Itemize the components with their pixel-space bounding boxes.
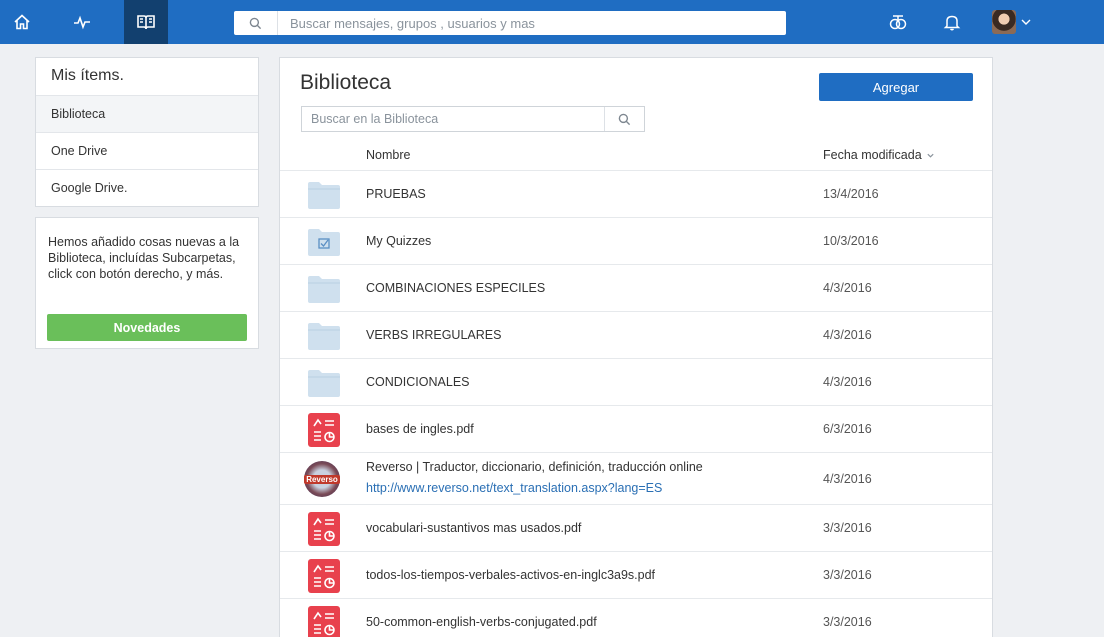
list-item[interactable]: PRUEBAS 13/4/2016 bbox=[280, 170, 992, 217]
item-date: 4/3/2016 bbox=[823, 328, 872, 342]
sort-chevron-icon bbox=[927, 153, 934, 158]
folder-icon bbox=[308, 182, 340, 209]
item-name[interactable]: VERBS IRREGULARES bbox=[366, 328, 501, 342]
quiz-folder-icon bbox=[308, 229, 340, 256]
list-item[interactable]: COMBINACIONES ESPECILES 4/3/2016 bbox=[280, 264, 992, 311]
item-date: 3/3/2016 bbox=[823, 615, 872, 629]
my-items-title: Mis ítems. bbox=[36, 58, 258, 96]
item-date: 6/3/2016 bbox=[823, 422, 872, 436]
column-header-date-label: Fecha modificada bbox=[823, 148, 922, 162]
item-name[interactable]: My Quizzes bbox=[366, 234, 431, 248]
column-header-name[interactable]: Nombre bbox=[366, 148, 410, 162]
search-icon[interactable] bbox=[604, 107, 644, 131]
reverso-logo-icon: Reverso bbox=[304, 461, 340, 497]
chevron-down-icon[interactable] bbox=[1020, 15, 1032, 33]
novedades-button[interactable]: Novedades bbox=[47, 314, 247, 341]
library-list: PRUEBAS 13/4/2016 My Quizzes 10/3/2016 C… bbox=[280, 170, 992, 637]
sidebar-item-one-drive[interactable]: One Drive bbox=[36, 133, 258, 170]
pdf-file-icon bbox=[308, 606, 340, 637]
sidebar-item-google-drive[interactable]: Google Drive. bbox=[36, 170, 258, 207]
list-item[interactable]: vocabulari-sustantivos mas usados.pdf 3/… bbox=[280, 504, 992, 551]
page-title: Biblioteca bbox=[300, 71, 392, 94]
item-date: 4/3/2016 bbox=[823, 472, 872, 486]
list-item[interactable]: todos-los-tiempos-verbales-activos-en-in… bbox=[280, 551, 992, 598]
news-panel: Hemos añadido cosas nuevas a la Bibliote… bbox=[35, 217, 259, 349]
list-item[interactable]: bases de ingles.pdf 6/3/2016 bbox=[280, 405, 992, 452]
item-name[interactable]: 50-common-english-verbs-conjugated.pdf bbox=[366, 615, 597, 629]
list-item[interactable]: VERBS IRREGULARES 4/3/2016 bbox=[280, 311, 992, 358]
notifications-bell-icon[interactable] bbox=[930, 0, 974, 44]
item-date: 3/3/2016 bbox=[823, 568, 872, 582]
folder-icon bbox=[308, 370, 340, 397]
column-header-date[interactable]: Fecha modificada bbox=[823, 148, 935, 162]
global-search bbox=[234, 11, 786, 35]
reverso-logo-text: Reverso bbox=[304, 474, 340, 484]
library-panel: Biblioteca Agregar Nombre Fecha modifica… bbox=[279, 57, 993, 637]
sidebar-item-biblioteca[interactable]: Biblioteca bbox=[36, 96, 258, 133]
item-name[interactable]: todos-los-tiempos-verbales-activos-en-in… bbox=[366, 568, 655, 582]
folder-icon bbox=[308, 323, 340, 350]
item-name[interactable]: COMBINACIONES ESPECILES bbox=[366, 281, 545, 295]
pdf-file-icon bbox=[308, 413, 340, 447]
my-items-panel: Mis ítems. Biblioteca One Drive Google D… bbox=[35, 57, 259, 207]
pdf-file-icon bbox=[308, 559, 340, 593]
list-item[interactable]: CONDICIONALES 4/3/2016 bbox=[280, 358, 992, 405]
user-avatar[interactable] bbox=[992, 10, 1016, 34]
item-date: 13/4/2016 bbox=[823, 187, 879, 201]
library-search bbox=[301, 106, 645, 132]
item-name[interactable]: PRUEBAS bbox=[366, 187, 426, 201]
item-name[interactable]: bases de ingles.pdf bbox=[366, 422, 474, 436]
item-name[interactable]: vocabulari-sustantivos mas usados.pdf bbox=[366, 521, 581, 535]
item-date: 4/3/2016 bbox=[823, 281, 872, 295]
item-name[interactable]: CONDICIONALES bbox=[366, 375, 470, 389]
add-button[interactable]: Agregar bbox=[819, 73, 973, 101]
list-item[interactable]: My Quizzes 10/3/2016 bbox=[280, 217, 992, 264]
item-date: 10/3/2016 bbox=[823, 234, 879, 248]
library-icon[interactable] bbox=[124, 0, 168, 44]
groups-icon[interactable] bbox=[876, 0, 920, 44]
folder-icon bbox=[308, 276, 340, 303]
item-name[interactable]: Reverso | Traductor, diccionario, defini… bbox=[366, 460, 703, 474]
activity-icon[interactable] bbox=[60, 0, 104, 44]
list-item[interactable]: Reverso Reverso | Traductor, diccionario… bbox=[280, 452, 992, 504]
item-link[interactable]: http://www.reverso.net/text_translation.… bbox=[366, 481, 662, 495]
home-icon[interactable] bbox=[0, 0, 44, 44]
list-item[interactable]: 50-common-english-verbs-conjugated.pdf 3… bbox=[280, 598, 992, 637]
news-text: Hemos añadido cosas nuevas a la Bibliote… bbox=[48, 235, 240, 281]
top-navigation-bar bbox=[0, 0, 1104, 44]
library-search-input[interactable] bbox=[302, 107, 604, 131]
item-date: 4/3/2016 bbox=[823, 375, 872, 389]
item-date: 3/3/2016 bbox=[823, 521, 872, 535]
pdf-file-icon bbox=[308, 512, 340, 546]
search-icon[interactable] bbox=[234, 11, 278, 35]
global-search-input[interactable] bbox=[278, 12, 786, 34]
